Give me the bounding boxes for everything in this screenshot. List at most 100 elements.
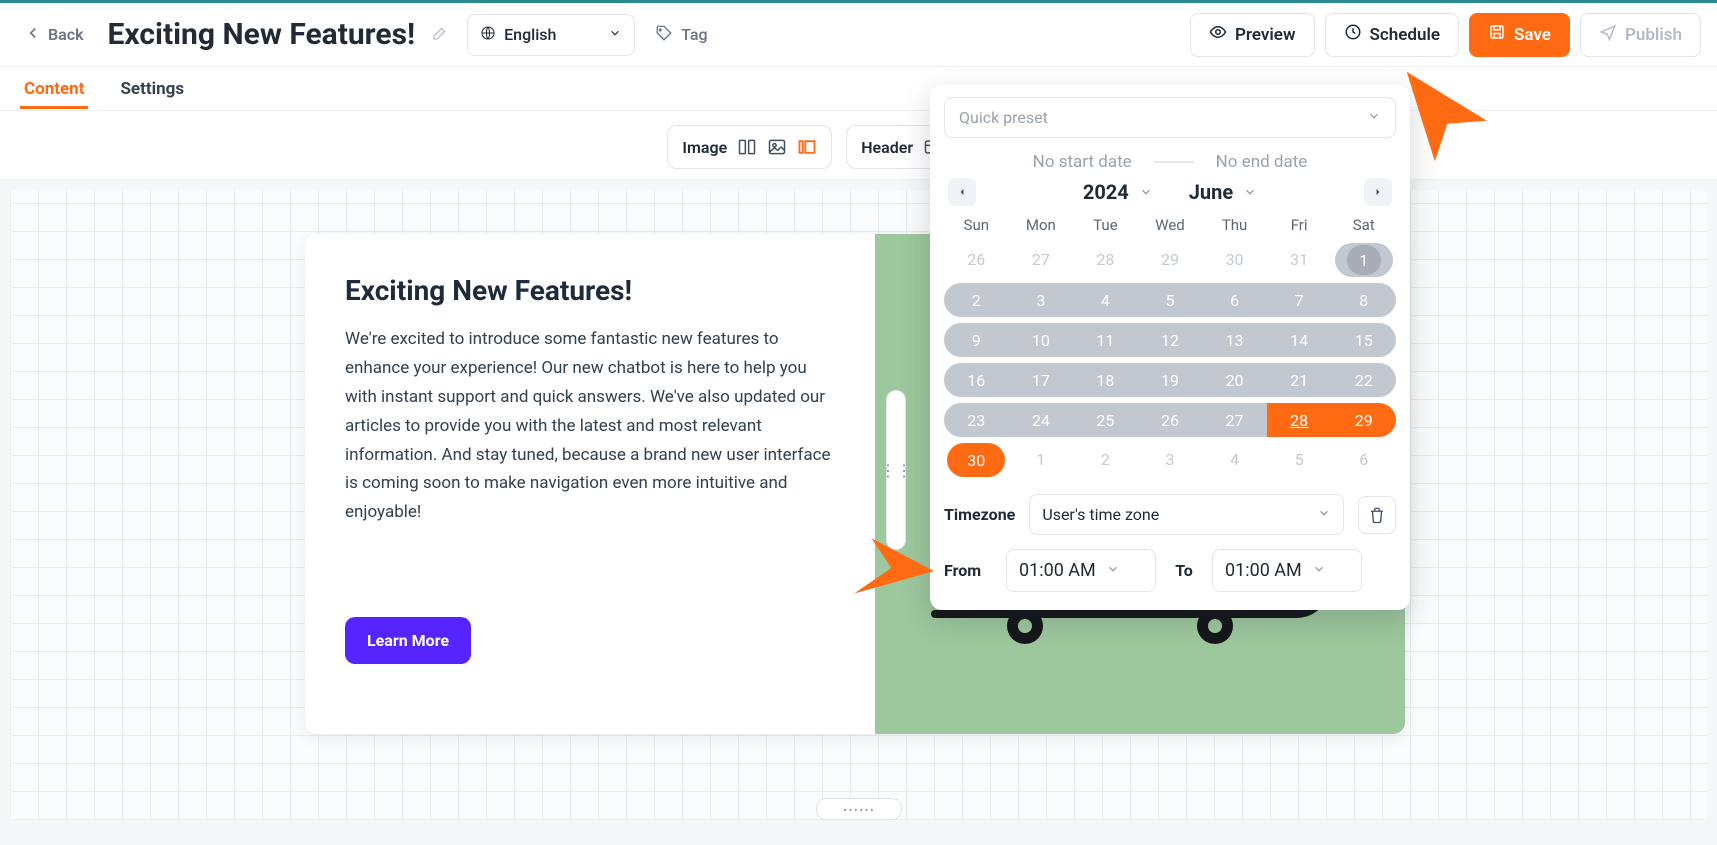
toolbar-image-group[interactable]: Image [667,125,832,169]
tag-button[interactable]: Tag [645,16,717,54]
tag-label: Tag [681,25,707,44]
calendar-day[interactable]: 22 [1331,371,1396,390]
year-value: 2024 [1083,180,1129,204]
calendar-day[interactable]: 29 [1331,411,1396,430]
calendar-day[interactable]: 3 [1009,291,1074,310]
calendar-day[interactable]: 11 [1073,331,1138,350]
calendar-day[interactable]: 13 [1202,331,1267,350]
calendar-day[interactable]: 5 [1267,443,1332,477]
calendar-day[interactable]: 19 [1138,371,1203,390]
calendar-day[interactable]: 5 [1138,291,1203,310]
calendar-day[interactable]: 30 [1202,243,1267,277]
toolbar-image-label: Image [682,138,727,157]
chevron-down-icon [1139,180,1153,204]
range-dash [1154,161,1194,163]
clear-schedule-button[interactable] [1358,496,1396,534]
calendar-day-today[interactable]: 28 [1267,411,1332,430]
quick-preset-label: Quick preset [959,108,1048,127]
calendar-day[interactable]: 24 [1009,411,1074,430]
language-select[interactable]: English [467,14,635,56]
tag-icon [655,24,673,46]
calendar-day[interactable]: 23 [944,411,1009,430]
chevron-down-icon [1243,180,1257,204]
edit-title-icon[interactable] [431,24,449,46]
calendar-day[interactable]: 25 [1073,411,1138,430]
quick-preset-select[interactable]: Quick preset [944,97,1396,138]
calendar-week-range[interactable]: 9 10 11 12 13 14 15 [944,323,1396,357]
dow: Fri [1267,216,1332,234]
calendar-day[interactable]: 9 [944,331,1009,350]
dow: Thu [1202,216,1267,234]
from-label: From [944,561,992,580]
calendar-day[interactable]: 16 [944,371,1009,390]
calendar-day[interactable]: 1 [1009,443,1074,477]
canvas-drag-handle[interactable]: ⋯⋯ [816,798,902,820]
month-value: June [1189,180,1233,204]
calendar-week-range[interactable]: 16 17 18 19 20 21 22 [944,363,1396,397]
send-icon [1599,23,1617,46]
calendar-day[interactable]: 4 [1202,443,1267,477]
to-time-select[interactable]: 01:00 AM [1212,549,1362,592]
calendar-day-selected-start[interactable]: 1 [1335,243,1393,277]
calendar-day[interactable]: 3 [1138,443,1203,477]
calendar-day[interactable]: 6 [1202,291,1267,310]
back-label: Back [48,25,84,44]
calendar-day[interactable]: 12 [1138,331,1203,350]
calendar-prev[interactable] [948,178,976,206]
calendar-day[interactable]: 10 [1009,331,1074,350]
tab-settings[interactable]: Settings [116,69,188,109]
calendar-week-range[interactable]: 2 3 4 5 6 7 8 [944,283,1396,317]
calendar-day[interactable]: 31 [1267,243,1332,277]
publish-label: Publish [1625,25,1682,45]
calendar-day[interactable]: 4 [1073,291,1138,310]
save-button[interactable]: Save [1469,13,1570,57]
from-time-select[interactable]: 01:00 AM [1006,549,1156,592]
calendar-day[interactable]: 28 [1073,243,1138,277]
globe-icon [480,25,496,45]
schedule-button[interactable]: Schedule [1325,13,1460,57]
timezone-label: Timezone [944,505,1015,524]
calendar-day[interactable]: 18 [1073,371,1138,390]
dow: Sat [1331,216,1396,234]
chevron-down-icon [1317,505,1331,524]
chevron-down-icon [608,25,622,44]
month-select[interactable]: June [1189,180,1257,204]
calendar-day-selected-end[interactable]: 30 [947,443,1005,477]
layout-right-icon[interactable] [797,137,817,157]
to-time-value: 01:00 AM [1225,560,1302,581]
calendar-day[interactable]: 15 [1331,331,1396,350]
calendar-day[interactable]: 27 [1202,411,1267,430]
image-icon[interactable] [767,137,787,157]
chevron-down-icon [1106,560,1120,581]
calendar-day[interactable]: 2 [944,291,1009,310]
schedule-popover: Quick preset No start date No end date 2… [930,85,1410,610]
calendar-day[interactable]: 6 [1331,443,1396,477]
publish-button[interactable]: Publish [1580,13,1701,57]
calendar-day[interactable]: 17 [1009,371,1074,390]
calendar-week-range[interactable]: 23 24 25 26 27 28 29 [944,403,1396,437]
card-body: We're excited to introduce some fantasti… [345,325,835,527]
to-label: To [1170,561,1198,580]
no-end-date: No end date [1216,152,1308,172]
calendar-day[interactable]: 26 [1138,411,1203,430]
year-select[interactable]: 2024 [1083,180,1153,204]
learn-more-button[interactable]: Learn More [345,617,471,664]
tab-content[interactable]: Content [20,69,88,109]
calendar-day[interactable]: 8 [1331,291,1396,310]
layout-split-icon[interactable] [737,137,757,157]
calendar-day[interactable]: 2 [1073,443,1138,477]
back-button[interactable]: Back [16,18,92,52]
calendar-day[interactable]: 29 [1138,243,1203,277]
calendar-day[interactable]: 27 [1009,243,1074,277]
calendar-day[interactable]: 26 [944,243,1009,277]
preview-button[interactable]: Preview [1190,13,1315,57]
timezone-select[interactable]: User's time zone [1029,494,1344,535]
calendar-day[interactable]: 14 [1267,331,1332,350]
calendar-day[interactable]: 7 [1267,291,1332,310]
calendar-day[interactable]: 20 [1202,371,1267,390]
editor-canvas[interactable]: Exciting New Features! We're excited to … [10,190,1707,820]
calendar-next[interactable] [1364,178,1392,206]
card-resize-handle[interactable]: ⋮⋮ [886,390,906,550]
calendar-day[interactable]: 21 [1267,371,1332,390]
dow: Mon [1009,216,1074,234]
